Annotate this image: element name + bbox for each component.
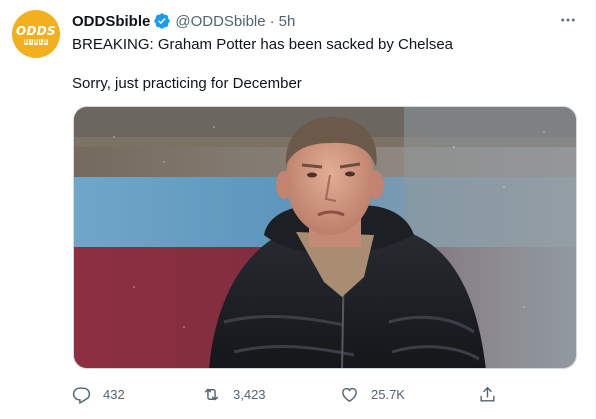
avatar[interactable]: ODDS B I B L E	[12, 10, 60, 58]
tweet-header: ODDSbible @ODDSbible · 5h	[72, 11, 295, 31]
tweet-card[interactable]: ODDS B I B L E ODDSbible @ODDSbible · 5h…	[0, 0, 596, 419]
reply-count: 432	[103, 386, 125, 402]
separator-dot: ·	[269, 12, 275, 30]
timestamp[interactable]: 5h	[279, 13, 296, 30]
tweet-text-line-2: Sorry, just practicing for December	[72, 75, 302, 92]
author-handle[interactable]: @ODDSbible	[175, 13, 265, 30]
retweet-button[interactable]: 3,423	[202, 384, 266, 404]
reply-icon	[72, 386, 91, 404]
reply-button[interactable]: 432	[72, 384, 125, 404]
verified-badge-icon	[154, 13, 171, 29]
photo-image	[74, 107, 576, 368]
display-name[interactable]: ODDSbible	[72, 13, 150, 30]
like-count: 25.7K	[371, 386, 405, 402]
retweet-count: 3,423	[233, 386, 266, 402]
like-button[interactable]: 25.7K	[340, 384, 405, 404]
more-options-icon	[561, 18, 575, 22]
retweet-icon	[204, 388, 219, 400]
more-options-button[interactable]	[558, 10, 578, 30]
avatar-logo-text: ODDS	[16, 24, 56, 38]
share-button[interactable]	[478, 384, 497, 404]
tweet-text-line-1: BREAKING: Graham Potter has been sacked …	[72, 36, 454, 53]
like-icon	[342, 387, 357, 402]
tweet-actions: 432 3,423 25.7K	[72, 384, 596, 404]
tweet-photo[interactable]	[73, 106, 577, 369]
share-icon	[480, 386, 495, 402]
avatar-logo-subtext: B I B L E	[24, 39, 48, 45]
